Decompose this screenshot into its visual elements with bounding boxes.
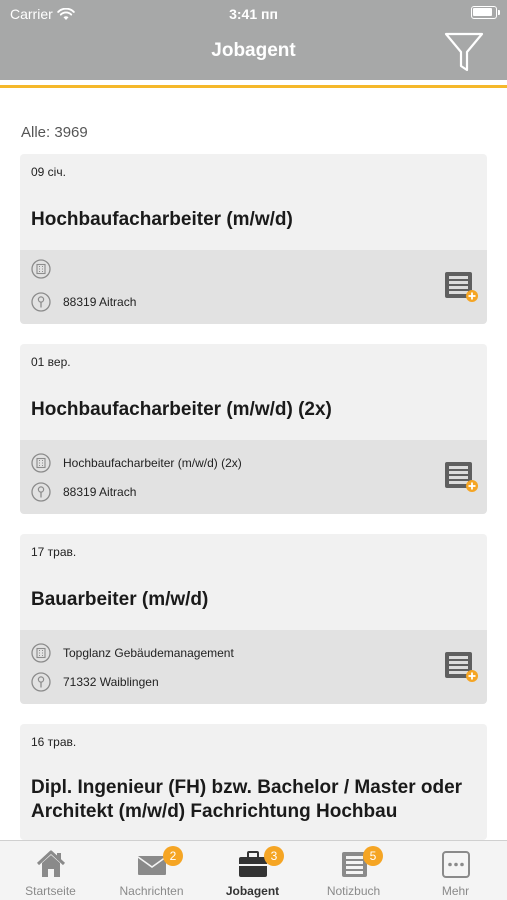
company-row: Hochbaufacharbeiter (m/w/d) (2x) [31, 453, 242, 473]
job-title: Bauarbeiter (m/w/d) [31, 589, 209, 610]
job-card[interactable]: 16 трав. Dipl. Ingenieur (FH) bzw. Bache… [20, 724, 487, 840]
tab-label: Notizbuch [326, 884, 381, 898]
status-bar: Carrier 3:41 пп [0, 0, 507, 28]
job-date: 01 вер. [31, 355, 71, 369]
location-row: 88319 Aitrach [31, 292, 136, 312]
count-badge: 3 [264, 846, 284, 866]
job-location: 88319 Aitrach [63, 295, 137, 309]
tab-startseite[interactable]: Startseite [0, 841, 101, 900]
tab-notizbuch[interactable]: 5 Notizbuch [303, 841, 404, 900]
tab-mehr[interactable]: Mehr [404, 841, 507, 900]
job-location: 71332 Waiblingen [63, 675, 159, 689]
add-to-notebook-icon[interactable] [443, 651, 479, 683]
company-row [31, 259, 63, 279]
tab-label: Mehr [441, 884, 470, 898]
job-card[interactable]: 17 трав. Bauarbeiter (m/w/d) Topglanz Ge… [20, 534, 487, 704]
job-title: Hochbaufacharbeiter (m/w/d) (2x) [31, 399, 332, 420]
navigation-bar: Carrier 3:41 пп Jobagent [0, 0, 507, 80]
job-location: 88319 Aitrach [63, 485, 137, 499]
add-to-notebook-icon[interactable] [443, 271, 479, 303]
tab-label: Nachrichten [119, 884, 184, 898]
company-name: Hochbaufacharbeiter (m/w/d) (2x) [63, 456, 242, 470]
home-icon [36, 850, 65, 877]
building-icon [31, 453, 51, 473]
job-title-line: Architekt (m/w/d) Fachrichtung Hochbau [31, 801, 398, 822]
job-card[interactable]: 09 січ. Hochbaufacharbeiter (m/w/d) 8831… [20, 154, 487, 324]
job-date: 16 трав. [31, 735, 77, 749]
count-badge: 5 [363, 846, 383, 866]
location-row: 71332 Waiblingen [31, 672, 159, 692]
job-title: Dipl. Ingenieur (FH) bzw. Bachelor / Mas… [31, 776, 462, 824]
company-name: Topglanz Gebäudemanagement [63, 646, 234, 660]
location-pin-icon [31, 292, 51, 312]
tab-bar: Startseite 2 Nachrichten 3 Jobagent 5 No… [0, 840, 507, 900]
location-pin-icon [31, 672, 51, 692]
job-date: 17 трав. [31, 545, 77, 559]
tab-jobagent[interactable]: 3 Jobagent [202, 841, 303, 900]
tab-label: Startseite [25, 884, 76, 898]
add-to-notebook-icon[interactable] [443, 461, 479, 493]
building-icon [31, 259, 51, 279]
accent-divider [0, 85, 507, 88]
filter-icon[interactable] [443, 30, 485, 74]
tab-nachrichten[interactable]: 2 Nachrichten [101, 841, 202, 900]
job-date: 09 січ. [31, 165, 66, 179]
page-title: Jobagent [211, 40, 296, 61]
clock: 3:41 пп [229, 6, 278, 22]
location-pin-icon [31, 482, 51, 502]
job-title: Hochbaufacharbeiter (m/w/d) [31, 209, 293, 230]
battery-icon [471, 6, 500, 19]
building-icon [31, 643, 51, 663]
unread-badge: 2 [163, 846, 183, 866]
location-row: 88319 Aitrach [31, 482, 136, 502]
job-title-line: Dipl. Ingenieur (FH) bzw. Bachelor / Mas… [31, 777, 463, 798]
company-row: Topglanz Gebäudemanagement [31, 643, 234, 663]
job-card[interactable]: 01 вер. Hochbaufacharbeiter (m/w/d) (2x)… [20, 344, 487, 514]
more-icon [441, 851, 470, 878]
result-count: Alle: 3969 [21, 124, 88, 141]
tab-label: Jobagent [225, 884, 280, 898]
